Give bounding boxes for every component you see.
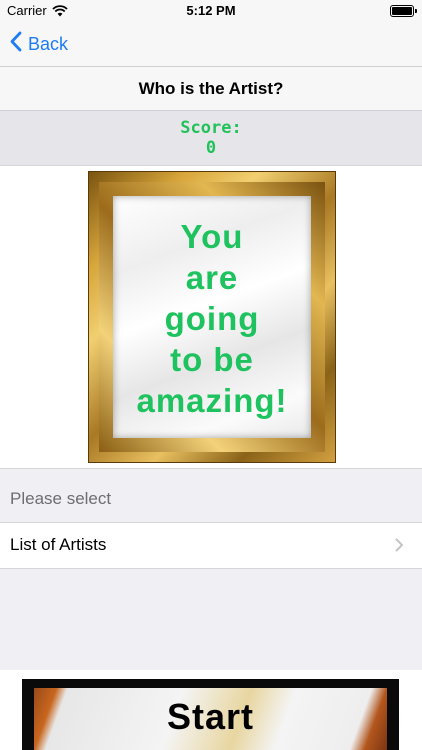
start-label: Start bbox=[166, 696, 255, 737]
battery-icon bbox=[390, 5, 417, 17]
start-button[interactable]: Start bbox=[22, 679, 399, 750]
navigation-bar: Back bbox=[0, 22, 422, 67]
painting-canvas: You are going to be amazing! bbox=[113, 196, 311, 438]
score-panel: Score: 0 bbox=[0, 111, 422, 166]
painting-frame: You are going to be amazing! bbox=[89, 172, 335, 462]
section-header-label: Please select bbox=[10, 489, 112, 508]
painting-line: to be bbox=[170, 341, 254, 378]
score-value: 0 bbox=[205, 138, 217, 158]
painting-area: You are going to be amazing! bbox=[0, 166, 422, 469]
painting-line: You bbox=[180, 218, 244, 255]
chevron-left-icon bbox=[10, 31, 22, 57]
chevron-right-icon bbox=[395, 538, 404, 557]
bottom-area: Start bbox=[0, 670, 422, 750]
list-of-artists-row[interactable]: List of Artists bbox=[0, 522, 422, 569]
section-header: Please select bbox=[0, 469, 422, 522]
back-label: Back bbox=[28, 33, 69, 54]
status-bar: Carrier 5:12 PM bbox=[0, 0, 422, 22]
back-button[interactable]: Back bbox=[10, 31, 69, 57]
list-row-label: List of Artists bbox=[10, 535, 107, 554]
page-title: Who is the Artist? bbox=[0, 67, 422, 111]
painting-line: amazing! bbox=[136, 382, 288, 419]
painting-line: going bbox=[164, 300, 260, 337]
painting-message: You are going to be amazing! bbox=[113, 216, 311, 421]
score-label: Score: bbox=[180, 118, 242, 138]
status-time: 5:12 PM bbox=[186, 3, 236, 18]
painting-line: are bbox=[185, 259, 239, 296]
